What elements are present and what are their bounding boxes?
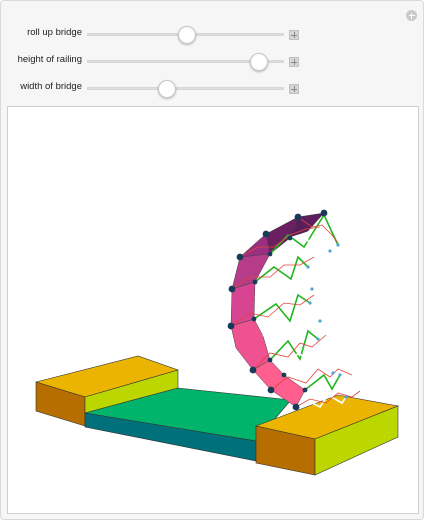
rail-green xyxy=(253,293,311,323)
rail-white xyxy=(289,231,331,252)
rail-green xyxy=(304,373,341,391)
plus-icon[interactable] xyxy=(289,30,299,40)
rail-white xyxy=(283,351,334,376)
control-label: height of railing xyxy=(17,54,82,65)
rail-green xyxy=(269,329,319,361)
arch-segment xyxy=(230,318,271,371)
arch-segment xyxy=(239,233,271,258)
slider-roll-up-bridge[interactable] xyxy=(87,26,284,44)
control-height-of-railing: height of railing xyxy=(1,51,424,71)
bridge-3d-view[interactable] xyxy=(7,106,419,514)
control-roll-up-bridge: roll up bridge xyxy=(1,24,424,44)
slider-width-of-bridge[interactable] xyxy=(87,80,284,98)
plus-circle-icon[interactable] xyxy=(406,10,417,21)
plus-icon[interactable] xyxy=(289,57,299,67)
control-width-of-bridge: width of bridge xyxy=(1,78,424,98)
control-label: width of bridge xyxy=(20,81,82,92)
slider-thumb[interactable] xyxy=(157,80,176,98)
rail-white xyxy=(254,281,313,299)
bridge-graphic xyxy=(34,209,400,476)
slider-thumb[interactable] xyxy=(177,26,196,44)
plus-icon[interactable] xyxy=(289,84,299,94)
slider-height-of-railing[interactable] xyxy=(87,53,284,71)
slider-thumb[interactable] xyxy=(250,53,269,71)
manipulate-panel: roll up bridge height of railing width o… xyxy=(0,0,424,520)
control-label: roll up bridge xyxy=(27,27,82,38)
